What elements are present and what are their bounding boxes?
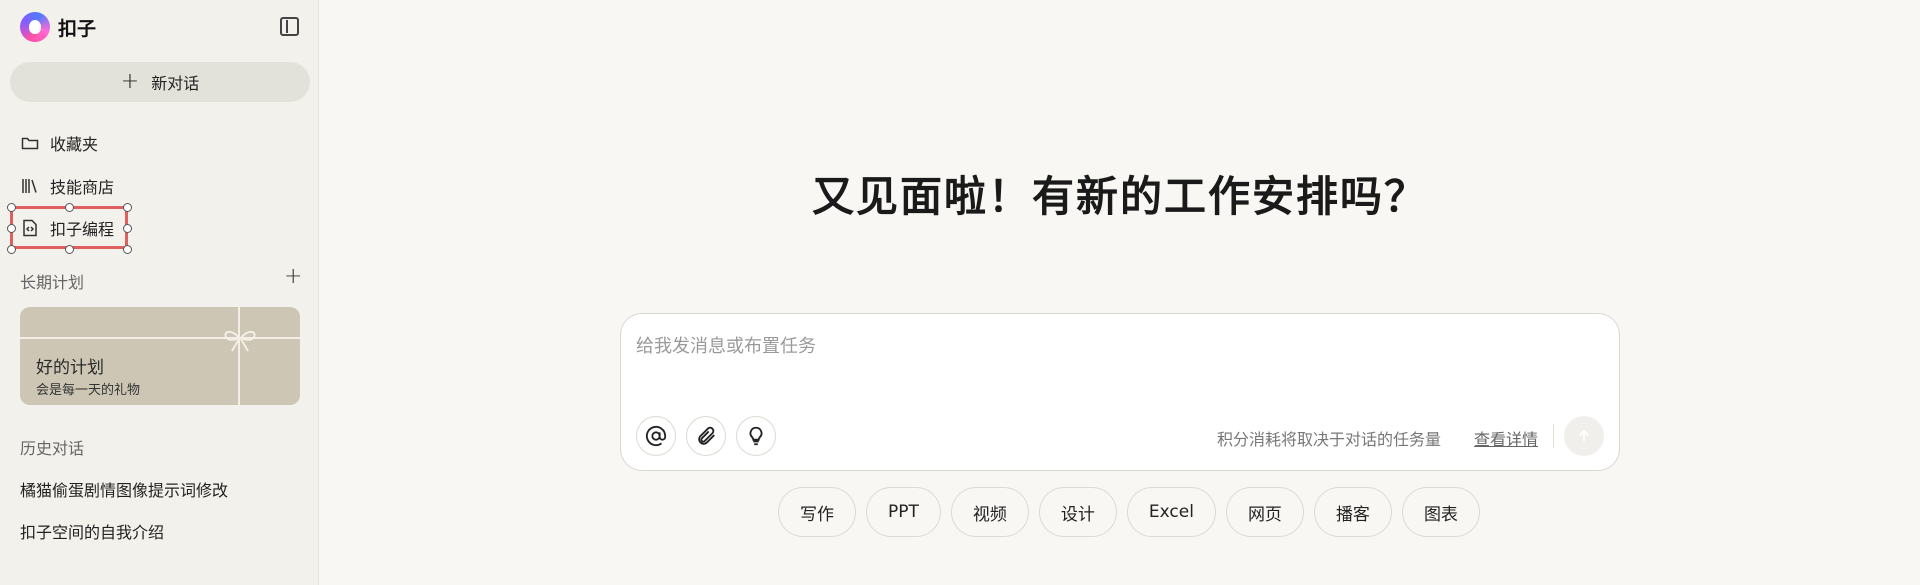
sidebar-item-coze-coding[interactable]: 扣子编程 <box>20 213 114 243</box>
resize-handle[interactable] <box>123 203 132 212</box>
coze-logo-icon <box>20 12 50 42</box>
attach-button[interactable] <box>686 416 726 456</box>
chip-podcast[interactable]: 播客 <box>1313 487 1392 537</box>
plan-card[interactable]: 好的计划 会是每一天的礼物 <box>20 307 300 405</box>
divider <box>1553 424 1554 448</box>
at-icon <box>645 425 667 447</box>
sidebar-item-label: 扣子编程 <box>50 220 115 239</box>
sidebar-toggle-icon[interactable] <box>280 17 299 36</box>
brand-name: 扣子 <box>58 17 97 40</box>
folder-icon <box>20 133 40 153</box>
view-details-link[interactable]: 查看详情 <box>1474 426 1538 450</box>
brand[interactable]: 扣子 <box>20 12 96 42</box>
sidebar-item-label: 收藏夹 <box>50 135 99 154</box>
chip-video[interactable]: 视频 <box>950 487 1029 537</box>
resize-handle[interactable] <box>123 224 132 233</box>
chip-excel[interactable]: Excel <box>1126 487 1216 537</box>
page-title: 又见面啦！有新的工作安排吗？ <box>811 172 1428 221</box>
plan-card-title: 好的计划 <box>36 358 104 378</box>
ribbon-decoration <box>238 307 240 405</box>
code-file-icon <box>20 218 40 238</box>
chip-writing[interactable]: 写作 <box>778 487 856 537</box>
sidebar-item-label: 技能商店 <box>50 178 115 197</box>
new-chat-label: 新对话 <box>151 74 200 93</box>
chip-chart[interactable]: 图表 <box>1401 487 1480 537</box>
add-plan-button[interactable]: + <box>284 266 302 288</box>
chip-design[interactable]: 设计 <box>1038 487 1117 537</box>
new-chat-button[interactable]: + 新对话 <box>10 62 310 102</box>
plan-card-subtitle: 会是每一天的礼物 <box>36 383 141 398</box>
credit-note: 积分消耗将取决于对话的任务量 <box>1217 430 1442 449</box>
sidebar-item-favorites[interactable]: 收藏夹 <box>20 128 98 158</box>
resize-handle[interactable] <box>7 224 16 233</box>
message-composer: 积分消耗将取决于对话的任务量 查看详情 <box>620 313 1620 471</box>
message-input[interactable] <box>636 332 1596 392</box>
resize-handle[interactable] <box>7 203 16 212</box>
library-icon <box>20 176 40 196</box>
arrow-up-icon <box>1578 429 1590 441</box>
resize-handle[interactable] <box>123 245 132 254</box>
lightbulb-icon <box>749 426 763 446</box>
resize-handle[interactable] <box>65 203 74 212</box>
plus-icon: + <box>120 69 140 94</box>
send-button[interactable] <box>1564 416 1604 456</box>
resize-handle[interactable] <box>7 245 16 254</box>
quick-task-chips: 写作 PPT 视频 设计 Excel 网页 播客 图表 <box>778 487 1480 537</box>
bow-icon <box>224 330 256 352</box>
history-item[interactable]: 橘猫偷蛋剧情图像提示词修改 <box>20 477 228 501</box>
history-label: 历史对话 <box>20 439 85 458</box>
paperclip-icon <box>698 426 715 445</box>
history-item[interactable]: 扣子空间的自我介绍 <box>20 519 164 543</box>
inspiration-button[interactable] <box>736 416 776 456</box>
long-term-plans-label: 长期计划 <box>20 273 85 292</box>
chip-webpage[interactable]: 网页 <box>1225 487 1304 537</box>
sidebar: 扣子 + 新对话 收藏夹 技能商店 扣子编程 长期计划 + 好的计划 会是每一天… <box>0 0 319 585</box>
chip-ppt[interactable]: PPT <box>866 487 941 537</box>
mention-button[interactable] <box>636 416 676 456</box>
resize-handle[interactable] <box>65 245 74 254</box>
sidebar-item-skill-store[interactable]: 技能商店 <box>20 171 114 201</box>
